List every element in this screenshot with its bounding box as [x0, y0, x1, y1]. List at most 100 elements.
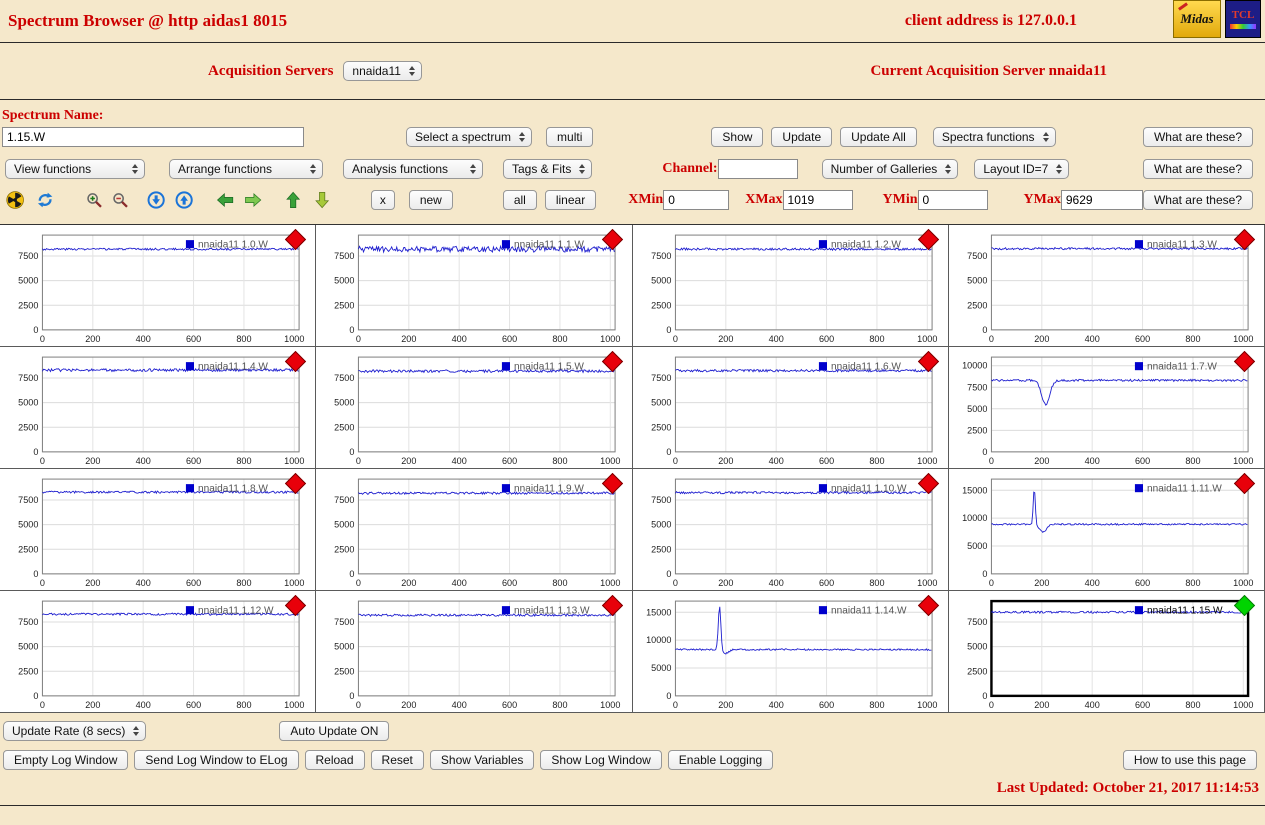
spectrum-plot-cell[interactable]: 0 2500 5000 7500 0 200 400 600 800 1000 nnaida11 1… [316, 347, 633, 469]
svg-text:0: 0 [666, 325, 671, 335]
xmax-input[interactable] [782, 190, 853, 210]
svg-text:800: 800 [1185, 456, 1200, 466]
spectrum-plot: 0 2500 5000 7500 0 200 400 600 800 1000 nnaida11 1… [651, 478, 937, 588]
reset-button[interactable]: Reset [370, 750, 424, 770]
refresh-icon[interactable] [36, 188, 54, 212]
spectrum-name-label: Spectrum Name: [2, 108, 104, 123]
spectrum-plot-cell[interactable]: 0 2500 5000 7500 0 200 400 600 800 1000 nnaida11 1… [632, 469, 949, 591]
current-server-label: Current Acquisition Server nnaida11 [870, 62, 1107, 79]
enable-logging-button[interactable]: Enable Logging [667, 750, 774, 770]
svg-text:0: 0 [989, 334, 994, 344]
svg-text:1000: 1000 [284, 578, 304, 588]
svg-text:400: 400 [452, 700, 467, 710]
svg-text:400: 400 [768, 700, 783, 710]
spectrum-plot-cell[interactable]: 0 2500 5000 7500 0 200 400 600 800 1000 nnaida11 1… [632, 347, 949, 469]
layout-id-select[interactable]: Layout ID=7 [974, 159, 1070, 179]
svg-text:800: 800 [236, 578, 251, 588]
spectrum-plot-cell[interactable]: 0 2500 5000 7500 0 200 400 600 800 1000 nnaida11 1… [948, 225, 1265, 347]
svg-text:400: 400 [136, 456, 151, 466]
how-to-use-button[interactable]: How to use this page [1122, 750, 1257, 770]
svg-text:1000: 1000 [600, 334, 620, 344]
update-all-button[interactable]: Update All [840, 127, 917, 147]
svg-text:400: 400 [1084, 578, 1099, 588]
spectrum-plot-cell[interactable]: 0 2500 5000 7500 0 200 400 600 800 1000 nnaida11 1… [0, 469, 317, 591]
arrange-functions-select[interactable]: Arrange functions [169, 159, 323, 179]
acquisition-server-select[interactable]: nnaida11 [343, 61, 422, 81]
svg-text:400: 400 [1084, 700, 1099, 710]
spectra-functions-select[interactable]: Spectra functions [932, 127, 1056, 147]
spectrum-plot-cell[interactable]: 0 2500 5000 7500 0 200 400 600 800 1000 nnaida11 1… [316, 591, 633, 713]
zoom-out-icon[interactable] [111, 188, 129, 212]
spectrum-plot-cell[interactable]: 0 2500 5000 7500 0 200 400 600 800 1000 nnaida11 1… [0, 591, 317, 713]
all-button[interactable]: all [502, 190, 537, 210]
multi-button[interactable]: multi [546, 127, 594, 147]
analysis-functions-value: Analysis functions [352, 162, 449, 176]
svg-text:1000: 1000 [917, 578, 937, 588]
arrow-up-circle-icon[interactable] [175, 188, 194, 212]
spectrum-plot-cell[interactable]: 0 2500 5000 7500 0 200 400 600 800 1000 nnaida11 1… [632, 225, 949, 347]
what-are-these-button[interactable]: What are these? [1142, 127, 1253, 147]
new-button[interactable]: new [408, 190, 453, 210]
svg-text:200: 200 [85, 456, 100, 466]
spectrum-plot-cell[interactable]: 0 2500 5000 7500 0 200 400 600 800 1000 nnaida11 1… [0, 347, 317, 469]
what-are-these-button[interactable]: What are these? [1142, 159, 1253, 179]
svg-text:2500: 2500 [334, 300, 354, 310]
svg-text:7500: 7500 [18, 251, 38, 261]
empty-log-window-button[interactable]: Empty Log Window [3, 750, 129, 770]
spectrum-name-input[interactable] [2, 127, 304, 147]
auto-update-button[interactable]: Auto Update ON [279, 721, 390, 741]
what-are-these-button[interactable]: What are these? [1142, 190, 1253, 210]
svg-text:0: 0 [33, 569, 38, 579]
tags-fits-select[interactable]: Tags & Fits [503, 159, 593, 179]
spectrum-plot-cell[interactable]: 0 2500 5000 7500 10000 0 200 400 600 800 1000 nnaid… [948, 347, 1265, 469]
svg-text:0: 0 [356, 456, 361, 466]
svg-text:0: 0 [989, 578, 994, 588]
svg-text:800: 800 [1185, 334, 1200, 344]
midas-logo-text: Midas [1180, 11, 1214, 26]
update-button[interactable]: Update [771, 127, 833, 147]
svg-text:0: 0 [356, 334, 361, 344]
xmax-label: XMax [745, 192, 783, 207]
arrow-left-icon[interactable] [216, 188, 234, 212]
svg-text:800: 800 [869, 700, 884, 710]
functions-row: View functions Arrange functions Analysi… [0, 159, 1265, 179]
analysis-functions-select[interactable]: Analysis functions [343, 159, 483, 179]
x-button[interactable]: x [370, 190, 395, 210]
arrow-down-icon[interactable] [313, 188, 331, 212]
linear-button[interactable]: linear [544, 190, 597, 210]
plot-legend-label: nnaida11 1.12.W [198, 606, 274, 617]
plot-legend-label: nnaida11 1.15.W [1147, 606, 1223, 617]
select-a-spectrum-select[interactable]: Select a spectrum [406, 127, 533, 147]
spectrum-plot-cell[interactable]: 0 2500 5000 7500 0 200 400 600 800 1000 nnaida11 1… [316, 469, 633, 591]
spectrum-plot: 0 2500 5000 7500 0 200 400 600 800 1000 nnaida11 1… [18, 478, 304, 588]
plot-legend-label: nnaida11 1.14.W [831, 606, 907, 617]
ymin-input[interactable] [917, 190, 988, 210]
number-of-galleries-select[interactable]: Number of Galleries [821, 159, 959, 179]
show-variables-button[interactable]: Show Variables [429, 750, 535, 770]
channel-input[interactable] [717, 159, 798, 179]
spectrum-plot-cell[interactable]: 0 5000 10000 15000 0 200 400 600 800 1000 nnaida11… [632, 591, 949, 713]
spectrum-plot-cell[interactable]: 0 2500 5000 7500 0 200 400 600 800 1000 nnaida11 1… [316, 225, 633, 347]
svg-text:0: 0 [350, 447, 355, 457]
show-log-window-button[interactable]: Show Log Window [540, 750, 662, 770]
reload-button[interactable]: Reload [304, 750, 365, 770]
arrow-down-circle-icon[interactable] [147, 188, 165, 212]
arrow-up-icon[interactable] [284, 188, 302, 212]
show-button[interactable]: Show [711, 127, 764, 147]
spectrum-plot-cell[interactable]: 0 2500 5000 7500 0 200 400 600 800 1000 nnaida11 1… [948, 591, 1265, 713]
zoom-in-icon[interactable] [85, 188, 103, 212]
view-functions-select[interactable]: View functions [5, 159, 145, 179]
spectrum-plot-cell[interactable]: 0 5000 10000 15000 0 200 400 600 800 1000 nnaida11… [948, 469, 1265, 591]
update-rate-select[interactable]: Update Rate (8 secs) [3, 721, 147, 741]
xmin-label: XMin [628, 192, 664, 207]
ymax-input[interactable] [1060, 190, 1143, 210]
svg-text:1000: 1000 [1233, 700, 1253, 710]
radiation-icon[interactable] [6, 188, 24, 212]
svg-text:800: 800 [553, 578, 568, 588]
arrow-right-icon[interactable] [244, 188, 262, 212]
plot-legend-label: nnaida11 1.2.W [831, 240, 901, 251]
xmin-input[interactable] [663, 190, 730, 210]
spectrum-plot-cell[interactable]: 0 2500 5000 7500 0 200 400 600 800 1000 nnaida11 1… [0, 225, 317, 347]
svg-text:200: 200 [718, 700, 733, 710]
send-log-window-button[interactable]: Send Log Window to ELog [134, 750, 299, 770]
